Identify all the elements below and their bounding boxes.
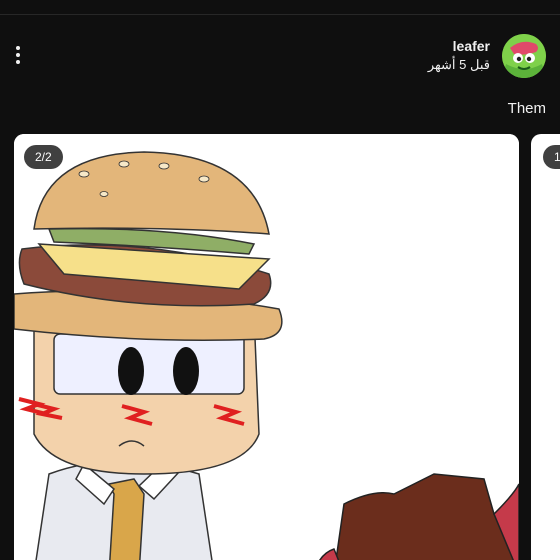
menu-dot — [16, 60, 20, 64]
post-image[interactable]: 2/2 — [14, 134, 519, 560]
top-bar — [0, 0, 560, 15]
cartoon-illustration — [14, 134, 519, 560]
more-options-icon[interactable] — [8, 40, 28, 70]
community-post-screen: leafer قبل 5 أشهر Them 2/2 1 — [0, 0, 560, 560]
next-image-counter: 1 — [543, 145, 560, 169]
post-text: Them — [507, 100, 546, 117]
next-post-image[interactable]: 1 — [531, 134, 560, 560]
menu-dot — [16, 46, 20, 50]
avatar-image — [502, 34, 546, 78]
post-time: قبل 5 أشهر — [427, 57, 490, 72]
image-counter: 2/2 — [24, 145, 63, 169]
channel-name[interactable]: leafer — [453, 37, 490, 55]
post-header: leafer قبل 5 أشهر — [428, 34, 546, 78]
channel-info: leafer قبل 5 أشهر — [428, 37, 490, 75]
menu-dot — [16, 53, 20, 57]
channel-avatar[interactable] — [502, 34, 546, 78]
